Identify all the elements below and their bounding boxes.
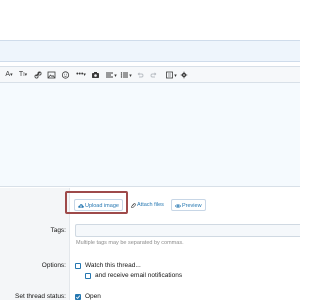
image-icon: [47, 71, 56, 79]
settings-button[interactable]: [180, 69, 188, 81]
undo-button[interactable]: [136, 69, 144, 81]
preview-button[interactable]: Preview: [171, 199, 206, 211]
camera-icon: [92, 72, 99, 78]
email-notifications-checkbox[interactable]: [85, 273, 91, 279]
redo-button[interactable]: [150, 69, 158, 81]
chevron-down-icon: ▾: [10, 72, 13, 78]
chevron-down-icon: ▾: [174, 72, 177, 79]
checkmark-icon: [75, 295, 81, 300]
link-icon: [34, 71, 42, 79]
chevron-down-icon: ▾: [24, 72, 28, 78]
text-style-button[interactable]: TI▾: [17, 69, 29, 81]
message-editor[interactable]: [0, 83, 300, 187]
attach-files-button[interactable]: Attach files: [127, 199, 167, 211]
gear-icon: [180, 71, 188, 79]
list-icon: [121, 72, 129, 78]
tags-label: Tags:: [50, 227, 66, 234]
more-options-button[interactable]: •••▾: [74, 69, 88, 81]
tags-input[interactable]: [75, 224, 300, 237]
document-icon: [166, 71, 174, 79]
watch-thread-checkbox[interactable]: [75, 263, 81, 269]
chevron-down-icon: ▾: [129, 72, 132, 79]
options-label: Options:: [41, 262, 66, 269]
thread-status-label: Set thread status:: [15, 293, 66, 300]
undo-icon: [137, 72, 144, 78]
highlight-box: [65, 191, 128, 214]
preview-label: Preview: [182, 203, 202, 209]
redo-icon: [150, 72, 157, 78]
list-button[interactable]: ▾: [119, 69, 133, 81]
image-button[interactable]: [47, 69, 56, 81]
title-input[interactable]: [0, 40, 300, 62]
font-size-button[interactable]: A▾: [3, 69, 15, 81]
paperclip-icon: [131, 203, 136, 208]
eye-icon: [175, 204, 181, 208]
preview-toggle-button[interactable]: ▾: [164, 69, 178, 81]
link-button[interactable]: [34, 69, 42, 81]
chevron-down-icon: ▾: [83, 72, 86, 78]
watch-thread-label: Watch this thread...: [85, 262, 141, 269]
chevron-down-icon: ▾: [114, 72, 117, 79]
emoji-button[interactable]: [61, 69, 70, 81]
open-label: Open: [85, 293, 101, 300]
editor-toolbar: A▾ TI▾ •••▾ ▾ ▾ ▾: [0, 66, 300, 83]
emoji-icon: [61, 71, 70, 79]
attach-files-label: Attach files: [137, 202, 164, 208]
align-button[interactable]: ▾: [104, 69, 118, 81]
align-left-icon: [106, 72, 114, 78]
open-checkbox[interactable]: [75, 294, 81, 300]
media-button[interactable]: [91, 69, 100, 81]
tags-hint: Multiple tags may be separated by commas…: [76, 240, 184, 246]
email-notifications-label: and receive email notifications: [95, 272, 183, 279]
